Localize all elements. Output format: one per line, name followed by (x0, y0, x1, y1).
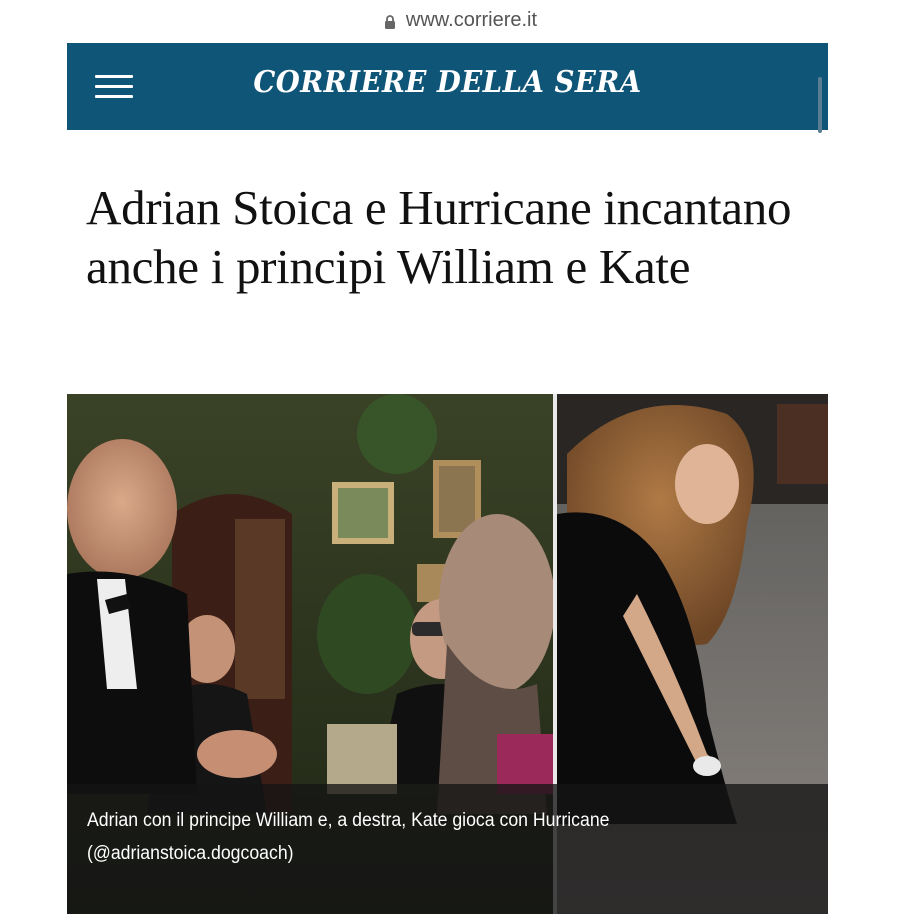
caption-line-1: Adrian con il principe William e, a dest… (87, 810, 610, 831)
caption-line-2: (@adrianstoica.dogcoach) (87, 843, 294, 864)
article-headline: Adrian Stoica e Hurricane incantano anch… (86, 180, 792, 294)
masthead: CORRIERE DELLA SERA (67, 43, 828, 133)
site-logo[interactable]: CORRIERE DELLA SERA (97, 65, 797, 100)
caption-text: Adrian con il principe William e, a dest… (87, 804, 757, 870)
browser-url-bar[interactable]: www.corriere.it (0, 0, 921, 40)
article-photo: Adrian con il principe William e, a dest… (67, 394, 828, 914)
scrollbar-thumb[interactable] (818, 77, 822, 133)
lock-icon (384, 15, 395, 29)
url-text: www.corriere.it (405, 8, 538, 31)
photo-caption: Adrian con il principe William e, a dest… (67, 784, 828, 914)
